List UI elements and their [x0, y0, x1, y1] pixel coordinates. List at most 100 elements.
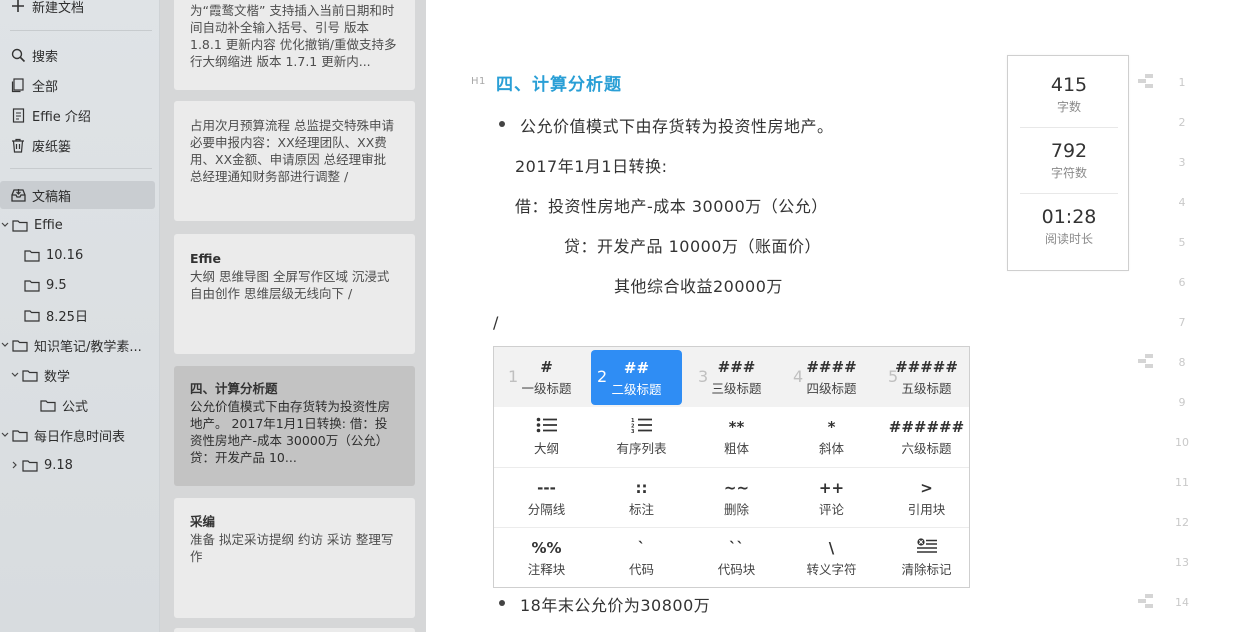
cmd-heading-4[interactable]: 4 #### 四级标题 [784, 347, 879, 407]
cmd-escape-char[interactable]: \ 转义字符 [784, 528, 879, 588]
note-card[interactable]: Effie 大纲 思维导图 全屏写作区域 沉浸式 自由创作 思维层级无线向下 / [174, 234, 415, 354]
folder-formula[interactable]: 公式 [0, 391, 160, 419]
heading-h1[interactable]: 四、计算分析题 [496, 70, 622, 95]
editor-line[interactable]: 借：投资性房地产-成本 30000万（公允） [515, 193, 828, 217]
folder-10-16[interactable]: 10.16 [0, 241, 160, 269]
editor-line[interactable]: 贷：开发产品 10000万（账面价） [564, 233, 821, 257]
line-number: 3 [1178, 156, 1186, 169]
sidebar-item-label: Effie 介绍 [32, 109, 91, 125]
folder-label: 知识笔记/教学素... [34, 339, 142, 355]
folder-label: 10.16 [46, 247, 84, 263]
line-number: 2 [1178, 116, 1186, 129]
bullet-icon[interactable] [499, 121, 505, 127]
cmd-symbol: ** [728, 418, 745, 436]
svg-text:3: 3 [631, 429, 635, 433]
sidebar-item-label: 文稿箱 [32, 189, 72, 205]
folder-label: 数学 [44, 369, 71, 385]
folder-math[interactable]: 数学 [0, 361, 160, 389]
cmd-outline[interactable]: 大纲 [499, 407, 594, 467]
word-count-label: 字数 [1056, 100, 1081, 114]
editor-line[interactable]: 2017年1月1日转换: [515, 153, 667, 177]
chevron-down-icon[interactable] [10, 368, 20, 382]
cmd-annotation[interactable]: :: 标注 [594, 468, 689, 528]
cmd-index: 2 [597, 367, 608, 386]
sidebar-item-drafts[interactable]: 文稿箱 [0, 181, 155, 209]
editor-line[interactable]: 其他综合收益20000万 [614, 273, 783, 297]
line-number: 1 [1178, 76, 1186, 89]
cmd-divider[interactable]: --- 分隔线 [499, 468, 594, 528]
note-card[interactable]: 采编 准备 拟定采访提纲 约访 采访 整理写作 [174, 498, 415, 618]
cmd-heading-3[interactable]: 3 ### 三级标题 [689, 347, 784, 407]
cmd-symbol: ## [623, 358, 650, 377]
cmd-inline-code[interactable]: ` 代码 [594, 528, 689, 588]
cmd-label: 分隔线 [527, 502, 566, 517]
cmd-heading-5[interactable]: 5 ##### 五级标题 [879, 347, 974, 407]
folder-icon [24, 307, 40, 323]
editor-line-slash[interactable]: / [493, 313, 499, 332]
folder-daily[interactable]: 每日作息时间表 [0, 421, 160, 449]
outline-level-icon[interactable] [1137, 354, 1155, 368]
note-card-body: 占用次月预算流程 总监提交特殊申请 必要申报内容：XX经理团队、XX费用、XX金… [190, 118, 394, 184]
cmd-index: 3 [698, 367, 709, 386]
cmd-blockquote[interactable]: > 引用块 [879, 468, 974, 528]
chevron-down-icon[interactable] [0, 338, 10, 352]
outline-level-icon[interactable] [1137, 74, 1155, 88]
folder-icon [12, 337, 28, 353]
word-count-value: 415 [1050, 74, 1088, 96]
cmd-label: 六级标题 [901, 441, 952, 456]
inbox-icon [10, 187, 26, 203]
cmd-code-block[interactable]: `` 代码块 [689, 528, 784, 588]
cmd-symbol: --- [537, 479, 556, 497]
note-card[interactable] [174, 628, 415, 632]
cmd-italic[interactable]: * 斜体 [784, 407, 879, 467]
slash-command-popup: 1 # 一级标题 2 ## 二级标题 3 ### 三级标题 4 #### 四级标… [493, 346, 970, 588]
cmd-heading-6[interactable]: ###### 六级标题 [879, 407, 974, 467]
note-card[interactable]: 为“霞鹜文楷” 支持插入当前日期和时间自动补全输入括号、引号 版本 1.8.1 … [174, 0, 415, 90]
popup-row-headings: 1 # 一级标题 2 ## 二级标题 3 ### 三级标题 4 #### 四级标… [494, 347, 969, 407]
cmd-ordered-list[interactable]: 123 有序列表 [594, 407, 689, 467]
bullet-icon[interactable] [499, 600, 505, 606]
editor-line[interactable]: 18年末公允价为30800万 [520, 592, 710, 616]
cmd-label: 二级标题 [611, 381, 662, 397]
folder-effie[interactable]: Effie [0, 211, 160, 239]
char-count-label: 字符数 [1050, 166, 1087, 180]
line-number: 4 [1178, 196, 1186, 209]
note-card[interactable]: 占用次月预算流程 总监提交特殊申请 必要申报内容：XX经理团队、XX费用、XX金… [174, 101, 415, 221]
note-card-body: 大纲 思维导图 全屏写作区域 沉浸式 自由创作 思维层级无线向下 / [190, 269, 390, 301]
cmd-clear-format[interactable]: 清除标记 [879, 528, 974, 588]
line-number: 8 [1178, 356, 1186, 369]
folder-9-5[interactable]: 9.5 [0, 271, 160, 299]
sidebar-item-all[interactable]: 全部 [0, 71, 160, 99]
cmd-label: 斜体 [818, 441, 844, 456]
line-number: 11 [1175, 476, 1189, 489]
cmd-symbol: * [827, 418, 836, 436]
folder-knowledge[interactable]: 知识笔记/教学素... [0, 331, 160, 359]
sidebar-item-intro[interactable]: Effie 介绍 [0, 101, 160, 129]
sidebar-item-label: 废纸篓 [32, 139, 72, 155]
new-document-button[interactable]: 新建文档 [0, 0, 160, 20]
folder-9-18[interactable]: 9.18 [0, 451, 160, 479]
sidebar: 新建文档 搜索 全部 Effie 介绍 废纸篓 文稿箱 Effie 10.16 … [0, 0, 160, 632]
editor[interactable]: H1 四、计算分析题 公允价值模式下由存货转为投资性房地产。 2017年1月1日… [426, 0, 1234, 632]
cmd-heading-2-selected[interactable]: 2 ## 二级标题 [591, 350, 682, 405]
chevron-down-icon[interactable] [0, 218, 10, 232]
sidebar-item-trash[interactable]: 废纸篓 [0, 131, 160, 159]
outline-level-icon[interactable] [1137, 594, 1155, 608]
cmd-label: 标注 [628, 502, 654, 517]
cmd-strikethrough[interactable]: ~~ 删除 [689, 468, 784, 528]
folder-8-25[interactable]: 8.25日 [0, 301, 160, 329]
cmd-bold[interactable]: ** 粗体 [689, 407, 784, 467]
editor-line[interactable]: 公允价值模式下由存货转为投资性房地产。 [520, 113, 834, 137]
sidebar-item-search[interactable]: 搜索 [0, 41, 160, 69]
cmd-label: 引用块 [907, 502, 946, 517]
note-card-selected[interactable]: 四、计算分析题 公允价值模式下由存货转为投资性房地产。 2017年1月1日转换:… [174, 366, 415, 486]
cmd-heading-1[interactable]: 1 # 一级标题 [499, 347, 594, 407]
cmd-index: 5 [888, 367, 899, 386]
chevron-down-icon[interactable] [0, 428, 10, 442]
chevron-right-icon[interactable] [10, 458, 20, 472]
cmd-comment-block[interactable]: %% 注释块 [499, 528, 594, 588]
char-count-value: 792 [1050, 140, 1088, 162]
folder-label: 9.18 [44, 457, 73, 473]
cmd-symbol: \ [828, 539, 835, 557]
cmd-comment[interactable]: ++ 评论 [784, 468, 879, 528]
